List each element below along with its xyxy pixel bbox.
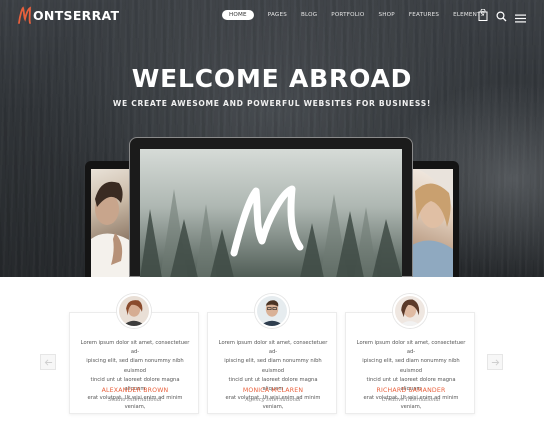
quote-line: ipiscing elit, sed diam nonummy nibh eui… [224,358,322,374]
testimonial-company: Agency International [245,397,301,403]
nav-item-features[interactable]: FEATURES [409,12,439,18]
nav-item-shop[interactable]: SHOP [379,12,395,18]
carousel-prev-button[interactable] [40,354,56,370]
forest-illustration [140,149,402,277]
site-logo[interactable]: ONTSERRAT [18,5,119,25]
testimonial-author: ALEXANDER BROWN [101,387,169,394]
quote-line: Lorem ipsum dolor sit amet, consectetuer… [218,340,328,356]
carousel-next-button[interactable] [487,354,503,370]
hero-title: WELCOME ABROAD [131,64,413,93]
main-nav: HOME PAGES BLOG PORTFOLIO SHOP FEATURES … [222,10,484,20]
phone-mockup-left [85,161,135,277]
testimonial-author: MONICA MCLAREN [242,387,304,394]
testimonial-author: RICHARD SAMANDER [376,387,446,394]
avatar [117,294,151,328]
phone-mockup-right [409,161,459,277]
nav-icons: 0 [478,8,526,22]
testimonial-company: Studio International [108,397,162,403]
hero-section: ONTSERRAT HOME PAGES BLOG PORTFOLIO SHOP… [0,0,544,277]
nav-item-pages[interactable]: PAGES [268,12,287,18]
cart-count: 0 [481,11,485,17]
logo-text: ONTSERRAT [33,7,120,23]
nav-item-portfolio[interactable]: PORTFOLIO [331,12,364,18]
avatar-photo-man [257,296,287,326]
testimonials-section: Lorem ipsum dolor sit amet, consectetuer… [0,277,544,440]
avatar [255,294,289,328]
avatar-photo-woman [119,296,149,326]
search-icon[interactable] [496,9,507,21]
arrow-right-icon [491,358,499,366]
quote-line: ipiscing elit, sed diam nonummy nibh eui… [86,358,184,374]
phone-screen-image-right [409,169,453,277]
arrow-left-icon [44,358,52,366]
quote-line: Lorem ipsum dolor sit amet, consectetuer… [356,340,466,356]
menu-icon[interactable] [515,10,526,22]
nav-item-home[interactable]: HOME [222,10,254,20]
shopping-bag-icon[interactable]: 0 [478,8,488,21]
nav-item-blog[interactable]: BLOG [301,12,317,18]
woman-photo-right [409,169,453,277]
quote-line: Lorem ipsum dolor sit amet, consectetuer… [80,340,190,356]
testimonial-company: Creative International [381,397,441,403]
tablet-mockup [129,137,413,277]
hero-subtitle: WE CREATE AWESOME AND POWERFUL WEBSITES … [112,99,432,108]
logo-m-icon [18,6,31,24]
avatar-photo-woman [395,296,425,326]
avatar [393,294,427,328]
tablet-screen-forest [140,149,402,277]
quote-line: ipiscing elit, sed diam nonummy nibh eui… [362,358,460,374]
